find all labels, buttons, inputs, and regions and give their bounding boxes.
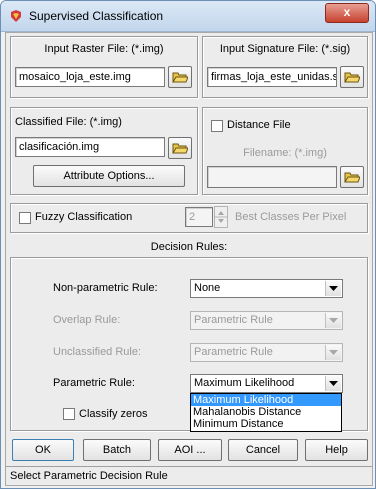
chevron-down-icon (329, 381, 338, 386)
input-raster-field[interactable]: mosaico_loja_este.img (15, 67, 165, 87)
input-raster-browse-button[interactable] (168, 66, 192, 88)
input-signature-group: Input Signature File: (*.sig) firmas_loj… (202, 36, 368, 98)
close-icon: x (343, 5, 351, 19)
decision-rules-group: Non-parametric Rule: None Overlap Rule: … (10, 257, 368, 432)
non-parametric-dropdown-button[interactable] (325, 281, 341, 296)
help-button[interactable]: Help (305, 439, 368, 461)
cancel-button[interactable]: Cancel (228, 439, 298, 461)
unclassified-rule-label: Unclassified Rule: (53, 346, 142, 358)
parametric-rule-options-list: Maximum Likelihood Mahalanobis Distance … (190, 393, 342, 432)
app-icon (11, 10, 21, 22)
input-signature-label: Input Signature File: (*.sig) (219, 43, 351, 55)
fuzzy-classification-checkbox[interactable] (19, 212, 31, 224)
ok-button[interactable]: OK (12, 439, 74, 461)
non-parametric-rule-value: None (194, 282, 221, 294)
unclassified-rule-select[interactable]: Parametric Rule (190, 343, 343, 362)
classify-zeros-checkbox[interactable] (63, 408, 75, 420)
distance-group: Distance File Filename: (*.img) (202, 107, 368, 195)
non-parametric-rule-label: Non-parametric Rule: (53, 282, 158, 294)
folder-icon (172, 143, 188, 154)
classified-field[interactable]: clasificación.img (15, 137, 165, 157)
spin-arrows-icon (215, 211, 227, 223)
parametric-rule-label: Parametric Rule: (53, 377, 135, 389)
distance-browse-button[interactable] (340, 166, 364, 188)
distance-file-label: Distance File (227, 119, 291, 131)
classified-group: Classified File: (*.img) clasificación.i… (10, 107, 198, 195)
non-parametric-rule-select[interactable]: None (190, 279, 343, 298)
parametric-option-maximum-likelihood[interactable]: Maximum Likelihood (191, 394, 341, 406)
classified-browse-button[interactable] (168, 137, 192, 159)
folder-icon (344, 72, 360, 83)
best-classes-spin-field[interactable]: 2 (185, 207, 213, 227)
chevron-down-icon (329, 350, 338, 355)
attribute-options-button[interactable]: Attribute Options... (33, 165, 185, 187)
chevron-down-icon (329, 286, 338, 291)
parametric-rule-value: Maximum Likelihood (194, 377, 295, 389)
decision-rules-heading: Decision Rules: (150, 241, 228, 253)
close-button[interactable]: x (325, 3, 369, 23)
unclassified-rule-value: Parametric Rule (194, 346, 273, 358)
input-raster-label: Input Raster File: (*.img) (44, 43, 164, 55)
distance-filename-field[interactable] (207, 166, 337, 188)
parametric-option-mahalanobis-distance[interactable]: Mahalanobis Distance (191, 406, 341, 418)
distance-filename-label: Filename: (*.img) (243, 147, 327, 159)
window-title: Supervised Classification (29, 9, 164, 23)
classified-label: Classified File: (*.img) (15, 116, 122, 128)
distance-file-checkbox[interactable] (211, 120, 223, 132)
status-bar: Select Parametric Decision Rule (6, 466, 372, 485)
aoi-button[interactable]: AOI ... (158, 439, 222, 461)
classify-zeros-label: Classify zeros (79, 408, 148, 420)
folder-icon (172, 72, 188, 83)
input-signature-browse-button[interactable] (340, 66, 364, 88)
unclassified-dropdown-button[interactable] (325, 345, 341, 360)
overlap-rule-value: Parametric Rule (194, 314, 273, 326)
overlap-dropdown-button[interactable] (325, 313, 341, 328)
best-classes-spinner[interactable] (214, 206, 228, 228)
parametric-rule-select[interactable]: Maximum Likelihood (190, 374, 343, 393)
title-bar[interactable]: Supervised Classification x (1, 1, 375, 32)
batch-button[interactable]: Batch (83, 439, 151, 461)
dialog-body: Input Raster File: (*.img) mosaico_loja_… (5, 32, 373, 486)
parametric-dropdown-button[interactable] (325, 376, 341, 391)
dialog-window: Supervised Classification x Input Raster… (0, 0, 376, 489)
overlap-rule-select[interactable]: Parametric Rule (190, 311, 343, 330)
fuzzy-classification-label: Fuzzy Classification (35, 211, 133, 223)
best-classes-label: Best Classes Per Pixel (235, 211, 347, 223)
chevron-down-icon (329, 318, 338, 323)
input-signature-field[interactable]: firmas_loja_este_unidas.sig (207, 67, 337, 87)
parametric-option-minimum-distance[interactable]: Minimum Distance (191, 418, 341, 430)
overlap-rule-label: Overlap Rule: (53, 314, 121, 326)
fuzzy-group: Fuzzy Classification 2 Best Classes Per … (10, 203, 368, 233)
folder-icon (344, 172, 360, 183)
input-raster-group: Input Raster File: (*.img) mosaico_loja_… (10, 36, 198, 98)
